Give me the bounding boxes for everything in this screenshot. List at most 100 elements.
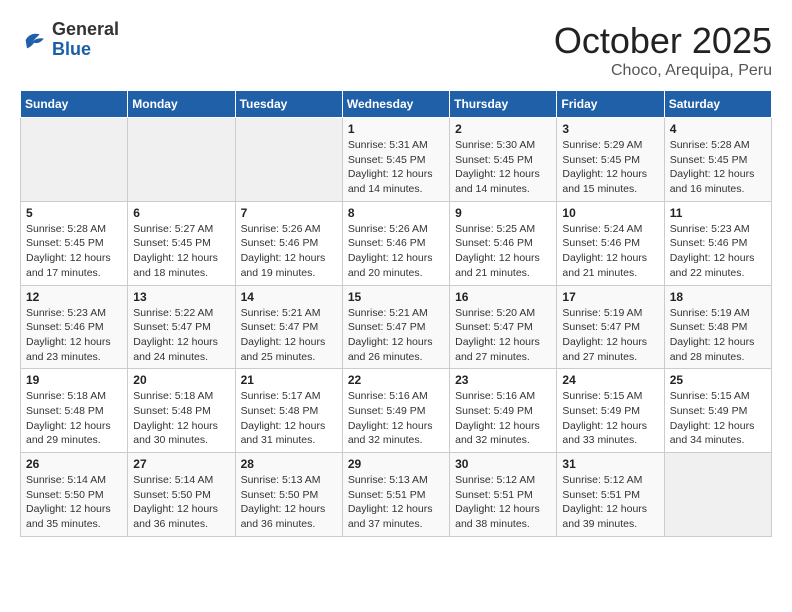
calendar-cell: 17 Sunrise: 5:19 AM Sunset: 5:47 PM Dayli… [557,285,664,369]
day-info: Sunrise: 5:23 AM Sunset: 5:46 PM Dayligh… [26,306,122,365]
logo-bird-icon [20,26,48,54]
day-number: 31 [562,457,658,471]
calendar-cell: 20 Sunrise: 5:18 AM Sunset: 5:48 PM Dayli… [128,369,235,453]
day-info: Sunrise: 5:14 AM Sunset: 5:50 PM Dayligh… [133,473,229,532]
calendar-cell: 27Sunrise: 5:14 AM Sunset: 5:50 PM Dayli… [128,453,235,537]
day-info: Sunrise: 5:13 AM Sunset: 5:51 PM Dayligh… [348,473,444,532]
logo-general: General [52,20,119,40]
calendar-cell [21,118,128,202]
calendar-cell: 6 Sunrise: 5:27 AM Sunset: 5:45 PM Daylig… [128,201,235,285]
calendar-cell: 2 Sunrise: 5:30 AM Sunset: 5:45 PM Daylig… [450,118,557,202]
day-number: 1 [348,122,444,136]
day-info: Sunrise: 5:26 AM Sunset: 5:46 PM Dayligh… [348,222,444,281]
day-number: 20 [133,373,229,387]
day-number: 23 [455,373,551,387]
calendar-table: SundayMondayTuesdayWednesdayThursdayFrid… [20,90,772,537]
day-info: Sunrise: 5:31 AM Sunset: 5:45 PM Dayligh… [348,138,444,197]
day-info: Sunrise: 5:15 AM Sunset: 5:49 PM Dayligh… [562,389,658,448]
calendar-subtitle: Choco, Arequipa, Peru [554,62,772,80]
day-number: 11 [670,206,766,220]
day-info: Sunrise: 5:24 AM Sunset: 5:46 PM Dayligh… [562,222,658,281]
calendar-cell: 15 Sunrise: 5:21 AM Sunset: 5:47 PM Dayli… [342,285,449,369]
day-number: 9 [455,206,551,220]
day-info: Sunrise: 5:15 AM Sunset: 5:49 PM Dayligh… [670,389,766,448]
calendar-cell: 22 Sunrise: 5:16 AM Sunset: 5:49 PM Dayli… [342,369,449,453]
day-number: 7 [241,206,337,220]
calendar-cell: 30Sunrise: 5:12 AM Sunset: 5:51 PM Dayli… [450,453,557,537]
calendar-cell: 5 Sunrise: 5:28 AM Sunset: 5:45 PM Daylig… [21,201,128,285]
weekday-header: Thursday [450,91,557,118]
day-number: 5 [26,206,122,220]
day-number: 19 [26,373,122,387]
day-info: Sunrise: 5:19 AM Sunset: 5:48 PM Dayligh… [670,306,766,365]
calendar-cell: 24 Sunrise: 5:15 AM Sunset: 5:49 PM Dayli… [557,369,664,453]
title-block: October 2025 Choco, Arequipa, Peru [554,20,772,80]
calendar-cell [235,118,342,202]
calendar-cell: 1 Sunrise: 5:31 AM Sunset: 5:45 PM Daylig… [342,118,449,202]
day-number: 8 [348,206,444,220]
day-number: 3 [562,122,658,136]
day-info: Sunrise: 5:12 AM Sunset: 5:51 PM Dayligh… [455,473,551,532]
calendar-cell: 11 Sunrise: 5:23 AM Sunset: 5:46 PM Dayli… [664,201,771,285]
weekday-header: Sunday [21,91,128,118]
calendar-cell: 29 Sunrise: 5:13 AM Sunset: 5:51 PM Dayli… [342,453,449,537]
day-number: 6 [133,206,229,220]
page-header: General Blue October 2025 Choco, Arequip… [20,20,772,80]
calendar-cell: 7 Sunrise: 5:26 AM Sunset: 5:46 PM Daylig… [235,201,342,285]
calendar-cell: 9Sunrise: 5:25 AM Sunset: 5:46 PM Daylig… [450,201,557,285]
day-info: Sunrise: 5:18 AM Sunset: 5:48 PM Dayligh… [133,389,229,448]
day-number: 13 [133,290,229,304]
calendar-cell: 4Sunrise: 5:28 AM Sunset: 5:45 PM Daylig… [664,118,771,202]
day-number: 15 [348,290,444,304]
calendar-week-row: 12Sunrise: 5:23 AM Sunset: 5:46 PM Dayli… [21,285,772,369]
calendar-week-row: 5 Sunrise: 5:28 AM Sunset: 5:45 PM Daylig… [21,201,772,285]
weekday-header: Monday [128,91,235,118]
weekday-header-row: SundayMondayTuesdayWednesdayThursdayFrid… [21,91,772,118]
calendar-cell: 12Sunrise: 5:23 AM Sunset: 5:46 PM Dayli… [21,285,128,369]
day-number: 24 [562,373,658,387]
day-info: Sunrise: 5:20 AM Sunset: 5:47 PM Dayligh… [455,306,551,365]
day-info: Sunrise: 5:27 AM Sunset: 5:45 PM Dayligh… [133,222,229,281]
calendar-cell: 19Sunrise: 5:18 AM Sunset: 5:48 PM Dayli… [21,369,128,453]
day-number: 17 [562,290,658,304]
day-number: 16 [455,290,551,304]
day-info: Sunrise: 5:17 AM Sunset: 5:48 PM Dayligh… [241,389,337,448]
weekday-header: Friday [557,91,664,118]
day-info: Sunrise: 5:26 AM Sunset: 5:46 PM Dayligh… [241,222,337,281]
weekday-header: Saturday [664,91,771,118]
calendar-cell [128,118,235,202]
weekday-header: Tuesday [235,91,342,118]
day-number: 18 [670,290,766,304]
day-info: Sunrise: 5:21 AM Sunset: 5:47 PM Dayligh… [348,306,444,365]
day-info: Sunrise: 5:22 AM Sunset: 5:47 PM Dayligh… [133,306,229,365]
day-info: Sunrise: 5:21 AM Sunset: 5:47 PM Dayligh… [241,306,337,365]
day-number: 29 [348,457,444,471]
day-number: 4 [670,122,766,136]
day-info: Sunrise: 5:30 AM Sunset: 5:45 PM Dayligh… [455,138,551,197]
calendar-cell: 18 Sunrise: 5:19 AM Sunset: 5:48 PM Dayli… [664,285,771,369]
day-info: Sunrise: 5:16 AM Sunset: 5:49 PM Dayligh… [348,389,444,448]
day-info: Sunrise: 5:16 AM Sunset: 5:49 PM Dayligh… [455,389,551,448]
day-info: Sunrise: 5:29 AM Sunset: 5:45 PM Dayligh… [562,138,658,197]
calendar-cell: 31 Sunrise: 5:12 AM Sunset: 5:51 PM Dayli… [557,453,664,537]
calendar-cell: 23 Sunrise: 5:16 AM Sunset: 5:49 PM Dayli… [450,369,557,453]
calendar-week-row: 19 Sunrise: 5:18 AM Sunset: 5:48 PM Dayli… [21,369,772,453]
calendar-cell: 28Sunrise: 5:13 AM Sunset: 5:50 PM Dayli… [235,453,342,537]
calendar-cell: 14 Sunrise: 5:21 AM Sunset: 5:47 PM Dayli… [235,285,342,369]
calendar-week-row: 1 Sunrise: 5:31 AM Sunset: 5:45 PM Daylig… [21,118,772,202]
day-info: Sunrise: 5:19 AM Sunset: 5:47 PM Dayligh… [562,306,658,365]
day-number: 22 [348,373,444,387]
day-number: 26 [26,457,122,471]
day-number: 21 [241,373,337,387]
day-info: Sunrise: 5:12 AM Sunset: 5:51 PM Dayligh… [562,473,658,532]
day-number: 2 [455,122,551,136]
day-info: Sunrise: 5:23 AM Sunset: 5:46 PM Dayligh… [670,222,766,281]
calendar-cell: 16 Sunrise: 5:20 AM Sunset: 5:47 PM Dayli… [450,285,557,369]
calendar-cell: 3 Sunrise: 5:29 AM Sunset: 5:45 PM Daylig… [557,118,664,202]
calendar-title: October 2025 [554,20,772,62]
calendar-cell: 25Sunrise: 5:15 AM Sunset: 5:49 PM Dayli… [664,369,771,453]
logo-text: General Blue [52,20,119,60]
day-number: 14 [241,290,337,304]
day-info: Sunrise: 5:28 AM Sunset: 5:45 PM Dayligh… [26,222,122,281]
calendar-cell: 13 Sunrise: 5:22 AM Sunset: 5:47 PM Dayli… [128,285,235,369]
